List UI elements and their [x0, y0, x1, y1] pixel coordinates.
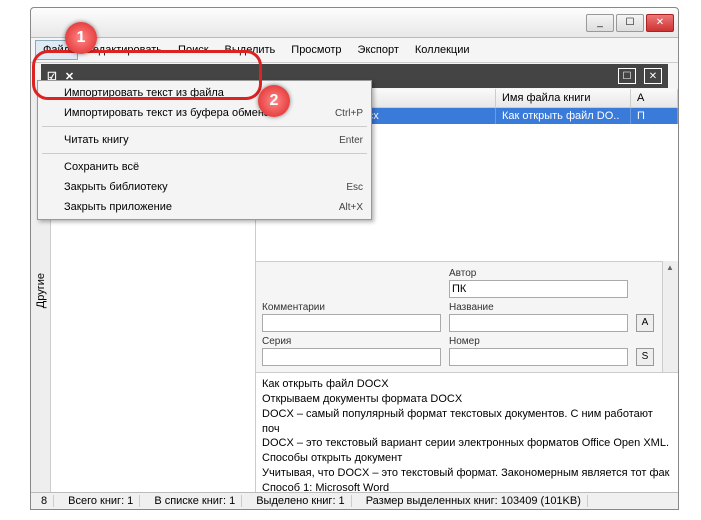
menu-item-shortcut: Alt+X	[339, 202, 363, 213]
comment-field: Комментарии	[262, 302, 441, 332]
menu-item[interactable]: Сохранить всё	[40, 157, 369, 177]
menu-item-label: Сохранить всё	[64, 161, 363, 173]
close-panel-icon[interactable]: ✕	[644, 68, 662, 84]
author-label: Автор	[449, 268, 628, 279]
grid-cell: П	[631, 108, 678, 124]
menu-экспорт[interactable]: Экспорт	[350, 40, 407, 60]
max-icon[interactable]: ☐	[618, 68, 636, 84]
menu-item[interactable]: Читать книгуEnter	[40, 130, 369, 150]
menu-item-label: Читать книгу	[64, 134, 339, 146]
title-input[interactable]	[449, 314, 628, 332]
menu-item[interactable]: Импортировать текст из буфера обменаCtrl…	[40, 103, 369, 123]
titlebar: _ ☐ ✕	[31, 8, 678, 38]
comment-input[interactable]	[262, 314, 441, 332]
author-input[interactable]	[449, 280, 628, 298]
comment-label: Комментарии	[262, 302, 441, 313]
grid-header-col2[interactable]: Имя файла книги	[496, 89, 631, 107]
status-cell: В списке книг: 1	[148, 495, 242, 507]
grid-header-col3[interactable]: А	[631, 89, 678, 107]
callout-1: 1	[65, 22, 97, 54]
author-field: Автор	[449, 268, 628, 298]
title-field: Название	[449, 302, 628, 332]
number-input[interactable]	[449, 348, 628, 366]
menu-item-shortcut: Ctrl+P	[335, 108, 363, 119]
number-label: Номер	[449, 336, 628, 347]
title-label: Название	[449, 302, 628, 313]
menu-item-label: Закрыть приложение	[64, 201, 339, 213]
menu-item-label: Импортировать текст из файла	[64, 87, 363, 99]
file-menu-dropdown: Импортировать текст из файла Импортироват…	[37, 80, 372, 220]
grid-cell: Как открыть файл DO..	[496, 108, 631, 124]
series-input[interactable]	[262, 348, 441, 366]
menu-поиск[interactable]: Поиск	[170, 40, 216, 60]
s-button[interactable]: S	[636, 348, 654, 366]
status-cell: Размер выделенных книг: 103409 (101KB)	[360, 495, 588, 507]
menu-item[interactable]: Закрыть библиотекуEsc	[40, 177, 369, 197]
menu-item[interactable]: Закрыть приложениеAlt+X	[40, 197, 369, 217]
close-button[interactable]: ✕	[646, 14, 674, 32]
status-cell: 8	[35, 495, 54, 507]
status-cell: Всего книг: 1	[62, 495, 140, 507]
menu-выделить[interactable]: Выделить	[217, 40, 284, 60]
maximize-button[interactable]: ☐	[616, 14, 644, 32]
number-field: Номер	[449, 336, 628, 366]
content-text: Как открыть файл DOCX Открываем документ…	[256, 372, 678, 492]
series-label: Серия	[262, 336, 441, 347]
menu-просмотр[interactable]: Просмотр	[283, 40, 349, 60]
statusbar: 8 Всего книг: 1 В списке книг: 1 Выделен…	[31, 492, 678, 509]
status-cell: Выделено книг: 1	[250, 495, 351, 507]
form-area: Автор Комментарии Название A	[256, 261, 662, 372]
series-field: Серия	[262, 336, 441, 366]
menu-коллекции[interactable]: Коллекции	[407, 40, 478, 60]
minimize-button[interactable]: _	[586, 14, 614, 32]
menubar: ФайлРедактироватьПоискВыделитьПросмотрЭк…	[31, 38, 678, 63]
menu-item-label: Закрыть библиотеку	[64, 181, 346, 193]
menu-item-shortcut: Enter	[339, 135, 363, 146]
menu-item[interactable]: Импортировать текст из файла	[40, 83, 369, 103]
scrollbar[interactable]	[662, 261, 678, 372]
callout-2: 2	[258, 85, 290, 117]
menu-item-label: Импортировать текст из буфера обмена	[64, 107, 335, 119]
a-button[interactable]: A	[636, 314, 654, 332]
menu-item-shortcut: Esc	[346, 182, 363, 193]
